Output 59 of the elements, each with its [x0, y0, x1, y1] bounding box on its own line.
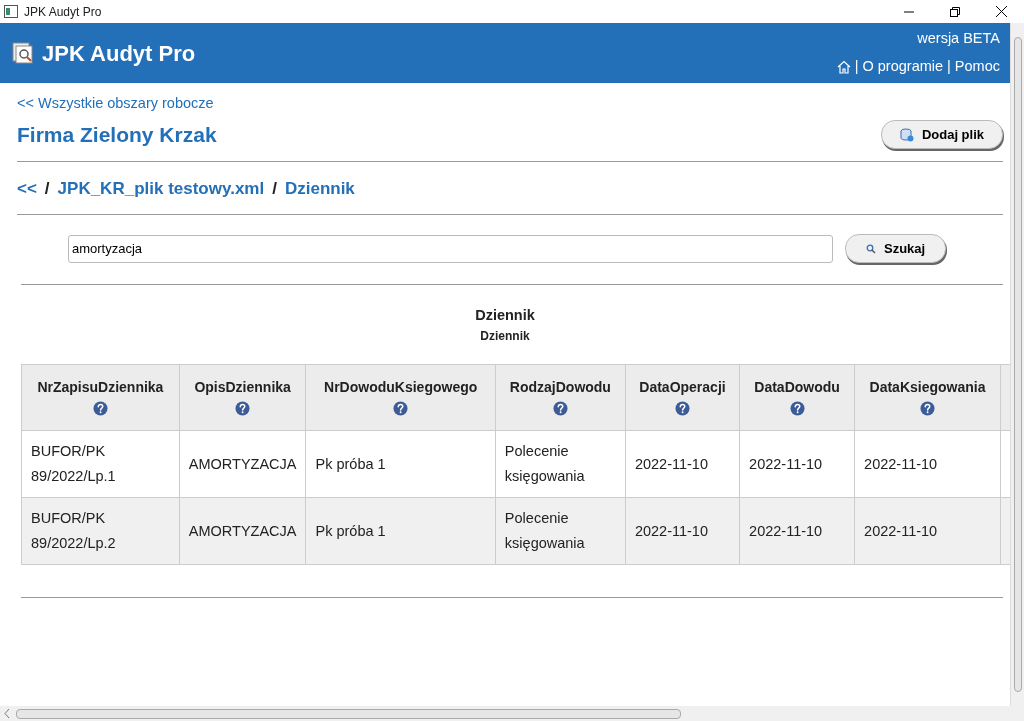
column-header: OpisDziennika — [179, 364, 306, 431]
table-cell: 2022-11-10 — [625, 430, 740, 498]
help-icon[interactable] — [92, 401, 108, 417]
table-cell: 2022-11-10 — [854, 430, 1001, 498]
help-icon[interactable] — [920, 401, 936, 417]
vertical-scrollbar[interactable] — [1010, 23, 1024, 706]
column-header: RodzajDowodu — [495, 364, 626, 431]
horizontal-scrollbar[interactable] — [0, 706, 1024, 721]
breadcrumb-link[interactable]: JPK_KR_plik testowy.xml — [57, 176, 265, 202]
table-cell: 2022-11-10 — [854, 497, 1001, 565]
table-cell: Pk próba 1 — [306, 430, 496, 498]
search-field[interactable]: amortyzacja — [68, 234, 833, 263]
help-icon[interactable] — [789, 401, 805, 417]
separator: | — [854, 57, 859, 76]
table-cell: 2022-11-10 — [739, 430, 855, 498]
column-header: NrZapisuDziennika — [21, 364, 180, 431]
scroll-left-icon[interactable] — [4, 709, 10, 718]
column-header: DataDowodu — [739, 364, 855, 431]
breadcrumb-separator: / — [44, 178, 50, 201]
app-icon — [4, 5, 18, 18]
scrollbar-thumb[interactable] — [1013, 37, 1022, 692]
breadcrumb-link[interactable]: Dziennik — [284, 176, 355, 202]
help-icon[interactable] — [552, 401, 568, 417]
company-name: Firma Zielony Krzak — [17, 121, 217, 148]
table-subtitle: Dziennik — [479, 328, 531, 345]
nav-link[interactable]: O programie — [862, 56, 944, 78]
column-header: DataKsiegowania — [854, 364, 1001, 431]
back-link[interactable]: << Wszystkie obszary robocze — [17, 95, 214, 111]
table-cell: Pk próba 1 — [306, 497, 496, 565]
table-cell: BUFOR/PK 89/2022/Lp.2 — [21, 497, 180, 565]
breadcrumb-link[interactable]: << — [17, 176, 37, 202]
search-button[interactable]: Szukaj — [845, 233, 947, 264]
app-logo-icon — [12, 42, 34, 64]
window-title: JPK Audyt Pro — [24, 3, 102, 21]
table-cell: AMORTYZACJA — [179, 497, 306, 565]
table-cell: BUFOR/PK 89/2022/Lp.1 — [21, 430, 180, 498]
restore-button[interactable] — [950, 6, 960, 17]
table-cell: Polecenie księgowania — [495, 497, 626, 565]
scrollbar-thumb[interactable] — [16, 708, 681, 719]
table-cell: 2022-11-10 — [739, 497, 855, 565]
table-title: Dziennik — [474, 306, 536, 326]
column-header: NrDowoduKsiegowego — [306, 364, 496, 431]
help-icon[interactable] — [393, 401, 409, 417]
separator: | — [947, 57, 951, 76]
help-icon[interactable] — [235, 401, 251, 417]
nav-link[interactable]: Pomoc — [954, 56, 1000, 78]
table-cell: 2022-11-10 — [625, 497, 740, 565]
search-icon — [866, 243, 876, 254]
column-header: DataOperacji — [625, 364, 740, 431]
app-title: JPK Audyt Pro — [42, 39, 196, 68]
table-cell: AMORTYZACJA — [179, 430, 306, 498]
add-file-button[interactable]: Dodaj plik — [880, 119, 1003, 150]
table-cell: Polecenie księgowania — [495, 430, 626, 498]
breadcrumb-separator: / — [272, 178, 277, 201]
home-icon[interactable] — [836, 59, 851, 74]
version-label: wersja BETA — [917, 29, 1000, 49]
help-icon[interactable] — [675, 401, 690, 417]
close-button[interactable] — [995, 6, 1007, 17]
database-icon — [899, 127, 914, 142]
